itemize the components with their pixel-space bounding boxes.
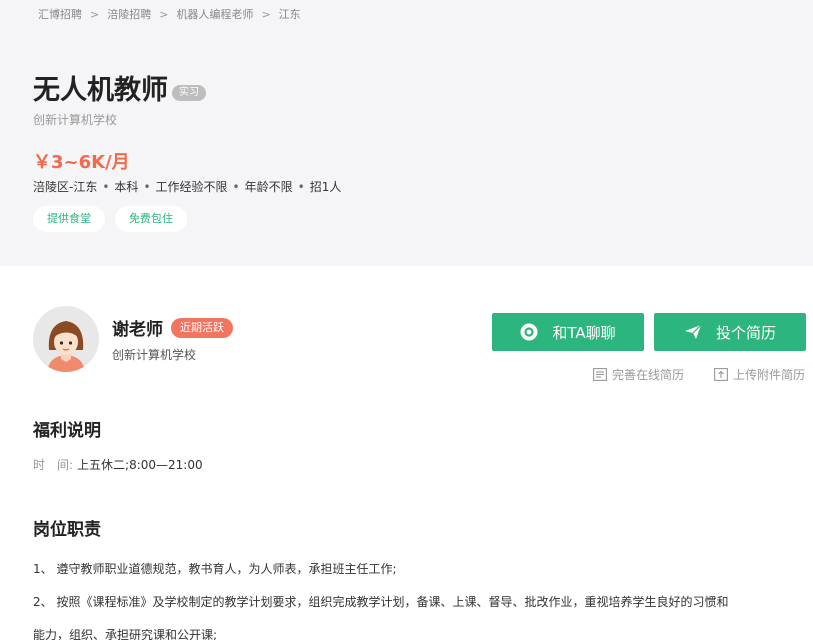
meta-dot: • <box>102 180 110 194</box>
job-location: 涪陵区-江东 <box>33 180 98 194</box>
meta-dot: • <box>297 180 305 194</box>
job-experience: 工作经验不限 <box>155 180 228 194</box>
title-row: 无人机教师 实习 <box>33 68 206 107</box>
avatar <box>33 306 99 372</box>
avatar-illustration-icon <box>33 306 99 372</box>
online-resume-link[interactable]: 完善在线简历 <box>593 366 684 383</box>
apply-button-label: 投个简历 <box>715 323 776 342</box>
breadcrumb-item[interactable]: 涪陵招聘 <box>107 8 151 21</box>
job-headcount: 招1人 <box>309 180 342 194</box>
chat-bubble-icon <box>520 323 538 341</box>
breadcrumb-item[interactable]: 汇博招聘 <box>38 8 82 21</box>
meta-dot: • <box>232 180 240 194</box>
resume-links: 完善在线简历 上传附件简历 <box>593 366 805 383</box>
welfare-section-title: 福利说明 <box>33 421 101 441</box>
duty-line: 2、 按照《课程标准》及学校制定的教学计划要求，组织完成教学计划，备课、上课、督… <box>33 595 729 609</box>
recruiter-name-row: 谢老师 近期活跃 <box>112 315 233 340</box>
chat-button-label: 和TA聊聊 <box>552 323 616 342</box>
duty-line: 1、 遵守教师职业道德规范，教书育人，为人师表，承担班主任工作; <box>33 562 397 576</box>
upload-icon <box>714 368 728 381</box>
company-name[interactable]: 创新计算机学校 <box>33 111 117 128</box>
breadcrumb-separator: > <box>261 8 271 21</box>
chat-button[interactable]: 和TA聊聊 <box>492 313 644 351</box>
recruiter-name: 谢老师 <box>112 320 163 340</box>
benefit-tag: 提供食堂 <box>33 206 105 232</box>
document-icon <box>593 368 607 381</box>
active-badge: 近期活跃 <box>171 317 233 338</box>
breadcrumb-separator: > <box>90 8 100 21</box>
duties-section-title: 岗位职责 <box>33 520 101 540</box>
job-title: 无人机教师 <box>33 75 168 106</box>
duty-line: 能力，组织、承担研究课和公开课; <box>33 628 218 640</box>
breadcrumb-separator: > <box>159 8 169 21</box>
breadcrumb-item[interactable]: 机器人编程老师 <box>176 8 253 21</box>
upload-resume-label: 上传附件简历 <box>732 368 805 382</box>
recruiter-company: 创新计算机学校 <box>112 348 197 362</box>
apply-button[interactable]: 投个简历 <box>654 313 806 351</box>
work-time-label: 时 间: <box>33 458 74 472</box>
job-education: 本科 <box>114 180 139 194</box>
work-time-value: 上五休二;8:00—21:00 <box>77 458 203 472</box>
recruiter-card: 谢老师 近期活跃 创新计算机学校 <box>33 306 233 372</box>
benefit-tags: 提供食堂 免费包住 <box>33 206 187 232</box>
job-type-tag: 实习 <box>172 84 206 101</box>
paper-plane-icon <box>684 324 702 340</box>
salary: ￥3~6K/月 <box>33 152 130 173</box>
meta-dot: • <box>143 180 151 194</box>
upload-resume-link[interactable]: 上传附件简历 <box>714 366 805 383</box>
breadcrumb-item[interactable]: 江东 <box>279 8 301 21</box>
online-resume-label: 完善在线简历 <box>611 368 684 382</box>
job-age: 年龄不限 <box>244 180 293 194</box>
recruiter-info: 谢老师 近期活跃 创新计算机学校 <box>112 315 233 363</box>
job-header: 汇博招聘 > 涪陵招聘 > 机器人编程老师 > 江东 无人机教师 实习 创新计算机学校 ￥3… <box>0 0 813 266</box>
work-time-row: 时 间: 上五休二;8:00—21:00 <box>33 456 203 473</box>
job-meta: 涪陵区-江东 • 本科 • 工作经验不限 • 年龄不限 • 招1人 <box>33 178 341 195</box>
benefit-tag: 免费包住 <box>115 206 187 232</box>
breadcrumb: 汇博招聘 > 涪陵招聘 > 机器人编程老师 > 江东 <box>38 6 301 22</box>
